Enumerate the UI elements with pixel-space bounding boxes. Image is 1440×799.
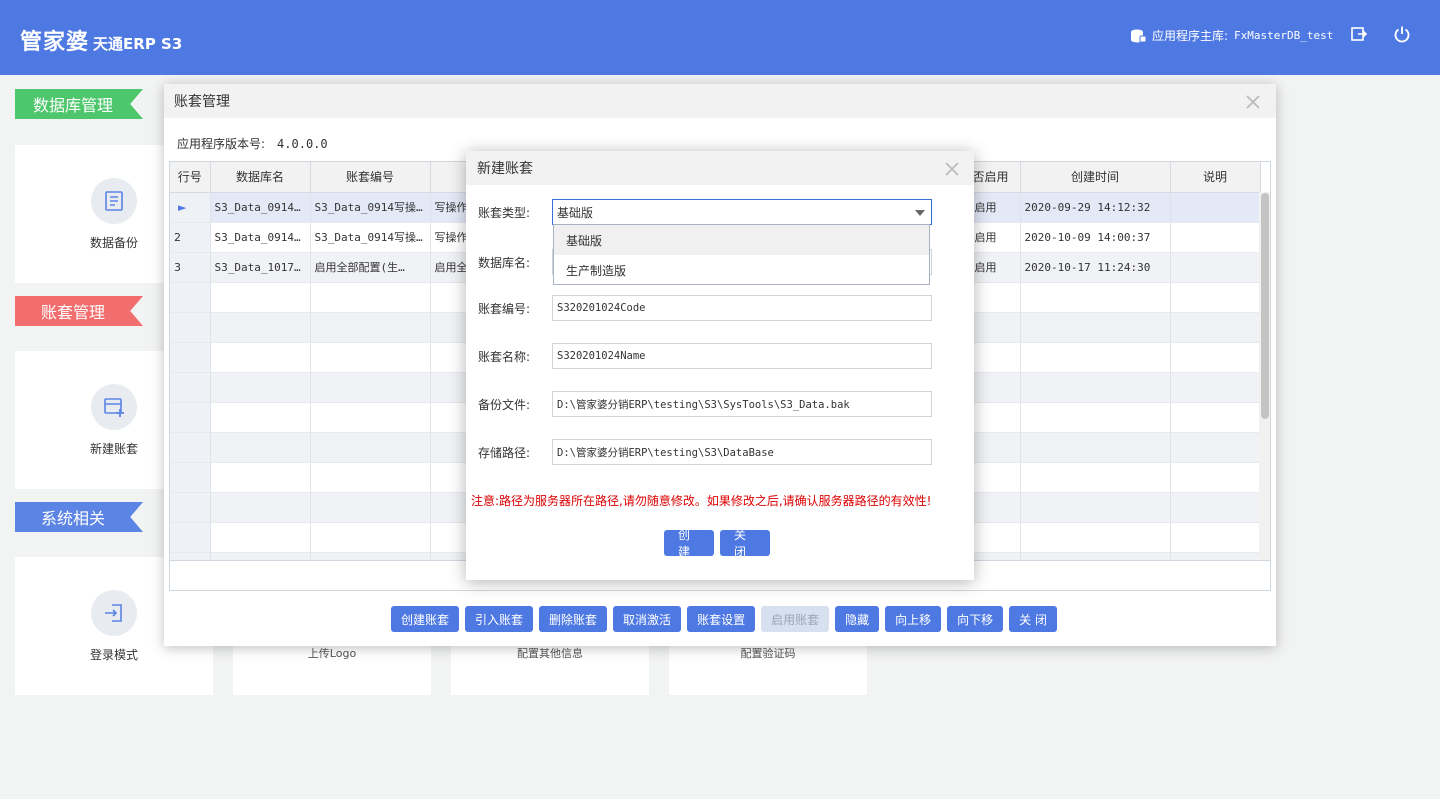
card-upload-logo-label: 上传Logo bbox=[307, 647, 357, 660]
col-header[interactable]: 创建时间 bbox=[1020, 162, 1171, 193]
cell-row-no: 3 bbox=[170, 252, 211, 283]
close-icon[interactable] bbox=[945, 162, 959, 176]
type-dropdown: 基础版 生产制造版 bbox=[553, 224, 930, 285]
backup-label: 备份文件: bbox=[478, 397, 531, 412]
new-account-icon bbox=[91, 383, 137, 430]
close-button[interactable]: 关闭 bbox=[720, 528, 770, 559]
version-value: 4.0.0.0 bbox=[277, 137, 328, 151]
cell-note bbox=[1170, 192, 1261, 223]
section-account: 账套管理 bbox=[15, 296, 143, 326]
cell-created: 2020-10-09 14:00:37 bbox=[1020, 222, 1171, 253]
deactivate-button[interactable]: 取消激活 bbox=[613, 606, 682, 632]
row-marker: ► bbox=[170, 192, 211, 223]
power-icon[interactable] bbox=[1393, 25, 1411, 43]
dropdown-option[interactable]: 生产制造版 bbox=[554, 255, 929, 285]
cell-created: 2020-10-17 11:24:30 bbox=[1020, 252, 1171, 283]
action-buttons: 创建账套 引入账套 删除账套 取消激活 账套设置 启用账套 隐藏 向上移 向下移… bbox=[391, 606, 1057, 632]
backup-input[interactable]: D:\管家婆分销ERP\testing\S3\SysTools\S3_Data.… bbox=[552, 391, 932, 417]
code-input[interactable]: S320201024Code bbox=[552, 295, 932, 321]
type-value: 基础版 bbox=[557, 205, 594, 220]
path-input[interactable]: D:\管家婆分销ERP\testing\S3\DataBase bbox=[552, 439, 932, 465]
card-backup-label: 数据备份 bbox=[89, 235, 138, 250]
create-button[interactable]: 创建 bbox=[664, 528, 714, 559]
logo-main: 管家婆 bbox=[20, 30, 90, 55]
dbname-label: 数据库名: bbox=[478, 255, 531, 270]
col-header[interactable]: 账套编号 bbox=[310, 162, 431, 193]
chevron-down-icon[interactable] bbox=[915, 210, 925, 216]
path-label: 存储路径: bbox=[478, 445, 531, 460]
create-account-button[interactable]: 创建账套 bbox=[391, 606, 460, 632]
cell-enabled: 启用 bbox=[970, 192, 1021, 223]
col-header[interactable]: 数据库名 bbox=[210, 162, 311, 193]
code-label: 账套编号: bbox=[478, 301, 531, 316]
dialog-title: 账套管理 bbox=[174, 94, 230, 110]
card-login-mode-label: 登录模式 bbox=[89, 647, 138, 662]
cell-note bbox=[1170, 252, 1261, 283]
cell-db: S3_Data_1017… bbox=[210, 252, 311, 283]
cell-db: S3_Data_0914… bbox=[210, 192, 311, 223]
close-icon[interactable] bbox=[1246, 95, 1260, 109]
type-label: 账套类型: bbox=[478, 205, 531, 220]
scroll-thumb[interactable] bbox=[1261, 193, 1269, 419]
section-database: 数据库管理 bbox=[15, 89, 143, 119]
version-info: 应用程序版本号: 4.0.0.0 bbox=[177, 135, 328, 152]
cell-created: 2020-09-29 14:12:32 bbox=[1020, 192, 1171, 223]
col-header[interactable]: 行号 bbox=[170, 162, 211, 193]
logout-icon[interactable] bbox=[1350, 25, 1368, 43]
db-label: 应用程序主库: bbox=[1152, 29, 1229, 43]
section-system: 系统相关 bbox=[15, 502, 143, 532]
logo-sub: 天通ERP S3 bbox=[93, 35, 183, 53]
backup-icon bbox=[91, 177, 137, 224]
move-down-button[interactable]: 向下移 bbox=[947, 606, 1004, 632]
field-path: 存储路径: D:\管家婆分销ERP\testing\S3\DataBase bbox=[478, 439, 932, 465]
field-backup: 备份文件: D:\管家婆分销ERP\testing\S3\SysTools\S3… bbox=[478, 391, 932, 417]
cell-db: S3_Data_0914… bbox=[210, 222, 311, 253]
modal-title: 新建账套 bbox=[477, 161, 533, 177]
dropdown-option[interactable]: 基础版 bbox=[554, 225, 929, 255]
import-account-button[interactable]: 引入账套 bbox=[465, 606, 534, 632]
name-input[interactable]: S320201024Name bbox=[552, 343, 932, 369]
top-bar: 管家婆 天通ERP S3 应用程序主库: FxMasterDB_test bbox=[0, 0, 1440, 75]
modal-buttons: 创建 关闭 bbox=[664, 528, 770, 559]
delete-account-button[interactable]: 删除账套 bbox=[539, 606, 608, 632]
cell-code: S3_Data_0914写操… bbox=[310, 222, 431, 253]
card-other-info-label: 配置其他信息 bbox=[517, 647, 583, 660]
col-header[interactable]: 说明 bbox=[1170, 162, 1261, 193]
new-account-modal: 新建账套 账套类型: 基础版 数据库名: 基础版 生产制造版 账套编号: S32… bbox=[466, 151, 974, 580]
cell-enabled: 启用 bbox=[970, 222, 1021, 253]
col-header[interactable]: 否启用 bbox=[970, 162, 1021, 193]
db-info: 应用程序主库: FxMasterDB_test bbox=[1130, 27, 1333, 44]
enable-account-button[interactable]: 启用账套 bbox=[761, 606, 830, 632]
db-name: FxMasterDB_test bbox=[1234, 29, 1334, 42]
path-warning: 注意:路径为服务器所在路径,请勿随意修改。如果修改之后,请确认服务器路径的有效性… bbox=[471, 494, 932, 508]
version-label: 应用程序版本号: bbox=[177, 137, 266, 151]
close-dialog-button[interactable]: 关 闭 bbox=[1009, 606, 1057, 632]
dialog-header: 账套管理 bbox=[164, 84, 1276, 118]
cell-code: 启用全部配置(生… bbox=[310, 252, 431, 283]
login-icon bbox=[91, 589, 137, 636]
name-label: 账套名称: bbox=[478, 349, 531, 364]
card-new-account-label: 新建账套 bbox=[89, 441, 138, 456]
field-code: 账套编号: S320201024Code bbox=[478, 295, 932, 321]
cell-enabled: 启用 bbox=[970, 252, 1021, 283]
field-type: 账套类型: 基础版 bbox=[478, 199, 932, 225]
vertical-scrollbar[interactable] bbox=[1259, 192, 1270, 560]
cell-row-no: 2 bbox=[170, 222, 211, 253]
cell-code: S3_Data_0914写操… bbox=[310, 192, 431, 223]
app-logo: 管家婆 天通ERP S3 bbox=[20, 24, 182, 56]
modal-header: 新建账套 bbox=[466, 151, 974, 185]
type-select[interactable]: 基础版 bbox=[552, 199, 932, 225]
hide-button[interactable]: 隐藏 bbox=[835, 606, 880, 632]
cell-note bbox=[1170, 222, 1261, 253]
account-settings-button[interactable]: 账套设置 bbox=[687, 606, 756, 632]
field-name: 账套名称: S320201024Name bbox=[478, 343, 932, 369]
card-captcha-label: 配置验证码 bbox=[740, 647, 796, 660]
move-up-button[interactable]: 向上移 bbox=[885, 606, 942, 632]
database-icon bbox=[1131, 29, 1146, 42]
